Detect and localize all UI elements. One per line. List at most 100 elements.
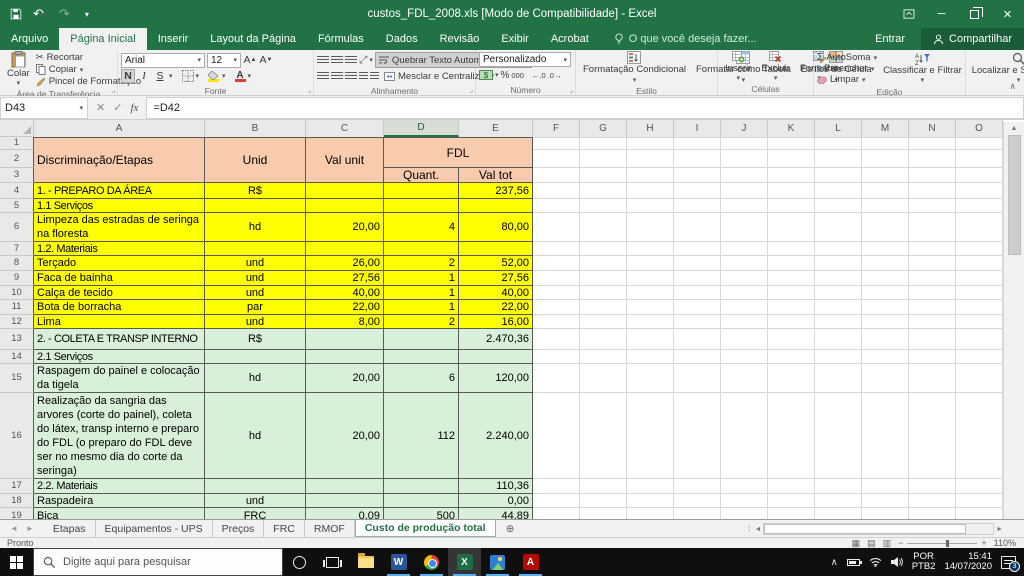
italic-button[interactable]: I — [137, 69, 151, 83]
cell-A17[interactable]: 2.2. Materiais — [34, 479, 205, 494]
cell-L14[interactable] — [815, 350, 862, 364]
row-header-5[interactable]: 5 — [0, 199, 34, 213]
cell-K3[interactable] — [768, 168, 815, 183]
cell-O1[interactable] — [956, 137, 1003, 150]
wifi-icon[interactable] — [869, 557, 882, 567]
horizontal-scrollbar[interactable]: ⁞ ◄ ► — [748, 522, 1003, 536]
cell-J5[interactable] — [721, 199, 768, 213]
underline-button[interactable]: S — [153, 69, 167, 83]
font-family-select[interactable]: Arial ▾ — [121, 52, 205, 68]
cell-B14[interactable] — [205, 350, 306, 364]
cell-C17[interactable] — [306, 479, 384, 494]
ribbon-tab-pagina-inicial[interactable]: Página Inicial — [59, 28, 147, 50]
cell-A7[interactable]: 1.2. Materiais — [34, 242, 205, 256]
cell-H13[interactable] — [627, 329, 674, 350]
cell-A4[interactable]: 1. - PREPARO DA ÁREA — [34, 183, 205, 199]
cell-F15[interactable] — [533, 364, 580, 393]
increase-indent-icon[interactable] — [370, 69, 379, 83]
cell-L9[interactable] — [815, 271, 862, 286]
cell-J18[interactable] — [721, 494, 768, 508]
cell-A14[interactable]: 2.1 Serviços — [34, 350, 205, 364]
cell-L1[interactable] — [815, 137, 862, 150]
cell-D16[interactable]: 112 — [384, 393, 459, 479]
cell-F14[interactable] — [533, 350, 580, 364]
cell-J14[interactable] — [721, 350, 768, 364]
cell-H4[interactable] — [627, 183, 674, 199]
fill-color-icon[interactable] — [208, 70, 220, 82]
cell-B9[interactable]: und — [205, 271, 306, 286]
cell-C10[interactable]: 40,00 — [306, 286, 384, 300]
cell-H11[interactable] — [627, 300, 674, 315]
delete-cells-button[interactable]: Excluir ▾ — [757, 51, 794, 83]
cell-K4[interactable] — [768, 183, 815, 199]
cell-A6[interactable]: Limpeza das estradas de seringa na flore… — [34, 213, 205, 242]
row-header-1[interactable]: 1 — [0, 137, 34, 150]
cell-D18[interactable] — [384, 494, 459, 508]
volume-icon[interactable] — [890, 557, 903, 567]
cell-K7[interactable] — [768, 242, 815, 256]
cell-F7[interactable] — [533, 242, 580, 256]
align-top-icon[interactable] — [317, 53, 329, 67]
cell-D13[interactable] — [384, 329, 459, 350]
font-dialog-launcher[interactable]: ⌟ — [308, 86, 311, 94]
cell-K9[interactable] — [768, 271, 815, 286]
cell-N2[interactable] — [909, 150, 956, 168]
cell-I15[interactable] — [674, 364, 721, 393]
zoom-out-icon[interactable]: − — [898, 538, 903, 548]
cell-I14[interactable] — [674, 350, 721, 364]
cell-E18[interactable]: 0,00 — [459, 494, 533, 508]
cell-L13[interactable] — [815, 329, 862, 350]
cell-E9[interactable]: 27,56 — [459, 271, 533, 286]
cell-H2[interactable] — [627, 150, 674, 168]
clock[interactable]: 15:41 14/07/2020 — [944, 552, 992, 572]
cell-O6[interactable] — [956, 213, 1003, 242]
column-header-I[interactable]: I — [674, 120, 721, 137]
cell-G2[interactable] — [580, 150, 627, 168]
cell-L12[interactable] — [815, 315, 862, 329]
cell-K16[interactable] — [768, 393, 815, 479]
cell-O12[interactable] — [956, 315, 1003, 329]
cell-D15[interactable]: 6 — [384, 364, 459, 393]
decrease-decimal-icon[interactable]: .0→ — [548, 71, 562, 80]
cell-L15[interactable] — [815, 364, 862, 393]
zoom-level[interactable]: 110% — [994, 538, 1016, 548]
cell-B17[interactable] — [205, 479, 306, 494]
cell-H14[interactable] — [627, 350, 674, 364]
cell-J4[interactable] — [721, 183, 768, 199]
cell-M19[interactable] — [862, 508, 909, 519]
cell-J9[interactable] — [721, 271, 768, 286]
cell-N11[interactable] — [909, 300, 956, 315]
cell-F9[interactable] — [533, 271, 580, 286]
column-header-A[interactable]: A — [34, 120, 205, 137]
scroll-up-icon[interactable]: ▲ — [1011, 122, 1018, 135]
cell-F6[interactable] — [533, 213, 580, 242]
cell-H17[interactable] — [627, 479, 674, 494]
decrease-indent-icon[interactable] — [359, 69, 368, 83]
cell-K12[interactable] — [768, 315, 815, 329]
cell-D9[interactable]: 1 — [384, 271, 459, 286]
cell-A5[interactable]: 1.1 Serviços — [34, 199, 205, 213]
row-header-14[interactable]: 14 — [0, 350, 34, 364]
cell-H15[interactable] — [627, 364, 674, 393]
cell-G18[interactable] — [580, 494, 627, 508]
cell-J12[interactable] — [721, 315, 768, 329]
enter-icon[interactable]: ✓ — [113, 101, 122, 114]
cell-E14[interactable] — [459, 350, 533, 364]
collapse-ribbon-icon[interactable]: ∧ — [1009, 81, 1016, 92]
cell-O7[interactable] — [956, 242, 1003, 256]
cell-N10[interactable] — [909, 286, 956, 300]
new-sheet-button[interactable]: ⊕ — [496, 520, 525, 537]
cell-L5[interactable] — [815, 199, 862, 213]
cell-E6[interactable]: 80,00 — [459, 213, 533, 242]
cell-F12[interactable] — [533, 315, 580, 329]
conditional-formatting-button[interactable]: Formatação Condicional ▾ — [579, 51, 690, 85]
row-header-2[interactable]: 2 — [0, 150, 34, 168]
cell-N7[interactable] — [909, 242, 956, 256]
cell-E19[interactable]: 44,89 — [459, 508, 533, 519]
number-format-select[interactable]: Personalizado ▾ — [479, 52, 571, 67]
name-box[interactable]: D43 ▾ — [0, 96, 88, 119]
column-header-E[interactable]: E — [459, 120, 533, 137]
taskbar-search-input[interactable]: Digite aqui para pesquisar — [33, 548, 283, 576]
cell-J10[interactable] — [721, 286, 768, 300]
minimize-button[interactable]: ─ — [925, 0, 958, 28]
